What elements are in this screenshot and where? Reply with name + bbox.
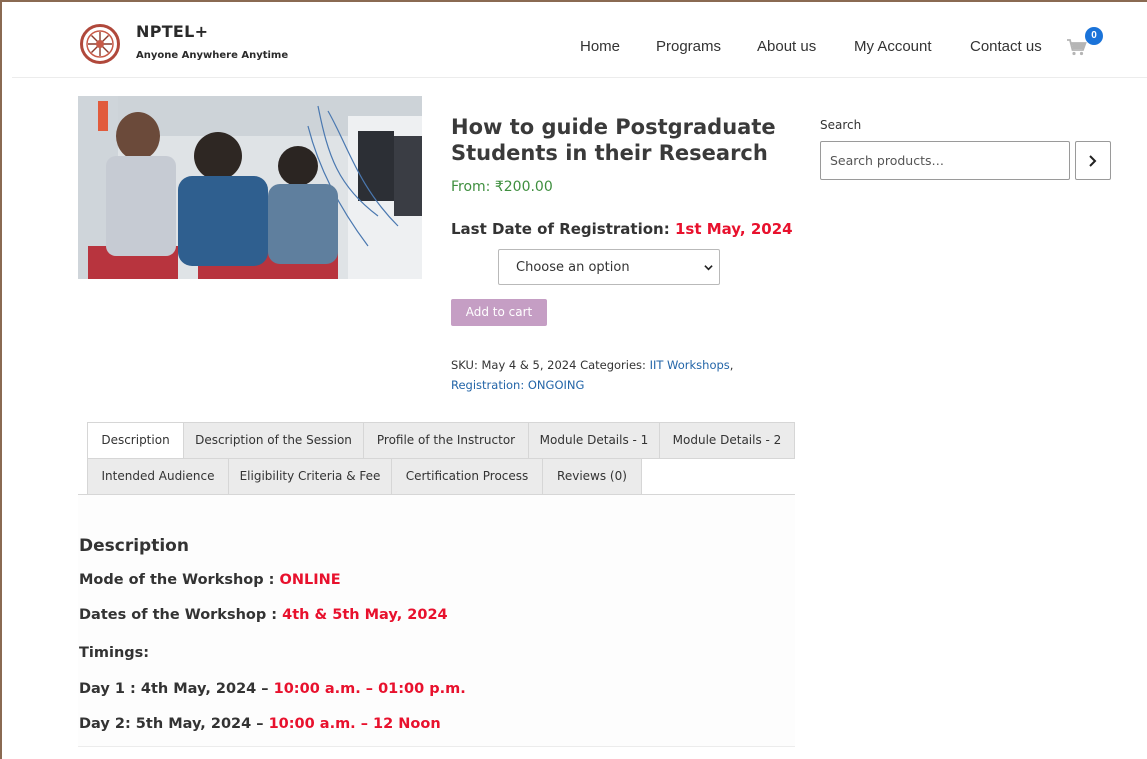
day1-value: 10:00 a.m. – 01:00 p.m. — [273, 681, 466, 697]
tab-module-details-2[interactable]: Module Details - 2 — [659, 422, 795, 459]
category-link-registration-ongoing[interactable]: Registration: ONGOING — [451, 378, 584, 392]
nav-contact-us[interactable]: Contact us — [970, 38, 1042, 55]
day1-label: Day 1 : 4th May, 2024 – — [79, 681, 269, 697]
tab-description[interactable]: Description — [87, 422, 184, 459]
tab-profile-of-the-instructor[interactable]: Profile of the Instructor — [363, 422, 529, 459]
cart-icon[interactable] — [1066, 38, 1088, 56]
last-date-of-registration: Last Date of Registration: 1st May, 2024 — [451, 220, 793, 238]
chevron-down-icon — [704, 265, 713, 271]
category-link-iit-workshops[interactable]: IIT Workshops — [650, 358, 730, 372]
day2-value: 10:00 a.m. – 12 Noon — [268, 716, 441, 732]
nptel-logo[interactable] — [80, 24, 120, 64]
tab-eligibility-criteria-fee[interactable]: Eligibility Criteria & Fee — [228, 458, 392, 495]
mode-value: ONLINE — [279, 572, 341, 588]
tab-reviews[interactable]: Reviews (0) — [542, 458, 642, 495]
search-label: Search — [820, 118, 862, 132]
nav-my-account[interactable]: My Account — [854, 38, 932, 55]
day-1-timing: Day 1 : 4th May, 2024 – 10:00 a.m. – 01:… — [79, 681, 466, 697]
tab-description-of-the-session[interactable]: Description of the Session — [183, 422, 364, 459]
description-heading: Description — [79, 536, 189, 556]
day2-label: Day 2: 5th May, 2024 – — [79, 716, 264, 732]
cart-count-badge[interactable]: 0 — [1085, 27, 1103, 45]
site-header: NPTEL+ Anyone Anywhere Anytime Home Prog… — [12, 14, 1147, 78]
product-meta: SKU: May 4 & 5, 2024 Categories: IIT Wor… — [451, 355, 791, 395]
nav-home[interactable]: Home — [580, 38, 620, 55]
dates-value: 4th & 5th May, 2024 — [282, 607, 448, 623]
last-date-label: Last Date of Registration: — [451, 220, 670, 238]
sku-label: SKU: — [451, 358, 478, 372]
mode-of-workshop: Mode of the Workshop : ONLINE — [79, 572, 341, 588]
dates-label: Dates of the Workshop : — [79, 607, 278, 623]
search-placeholder: Search products… — [830, 153, 945, 168]
mode-label: Mode of the Workshop : — [79, 572, 275, 588]
add-to-cart-button[interactable]: Add to cart — [451, 299, 547, 326]
sku-value: May 4 & 5, 2024 — [481, 358, 577, 372]
tab-module-details-1[interactable]: Module Details - 1 — [528, 422, 660, 459]
nav-programs[interactable]: Programs — [656, 38, 721, 55]
timings-label: Timings: — [79, 645, 150, 661]
product-title: How to guide Postgraduate Students in th… — [451, 115, 776, 165]
tab-intended-audience[interactable]: Intended Audience — [87, 458, 229, 495]
option-select[interactable]: Choose an option — [498, 249, 720, 285]
product-price: From: ₹200.00 — [451, 179, 553, 195]
tab-certification-process[interactable]: Certification Process — [391, 458, 543, 495]
category-separator: , — [729, 358, 734, 372]
day-2-timing: Day 2: 5th May, 2024 – 10:00 a.m. – 12 N… — [79, 716, 441, 732]
categories-label: Categories: — [580, 358, 646, 372]
option-select-value: Choose an option — [516, 260, 630, 275]
search-submit-button[interactable] — [1075, 141, 1111, 180]
chevron-right-icon — [1089, 155, 1097, 167]
search-input[interactable]: Search products… — [820, 141, 1070, 180]
brand-title[interactable]: NPTEL+ — [136, 22, 208, 41]
product-image[interactable] — [78, 96, 422, 279]
nav-about-us[interactable]: About us — [757, 38, 816, 55]
last-date-value: 1st May, 2024 — [674, 220, 793, 238]
dates-of-workshop: Dates of the Workshop : 4th & 5th May, 2… — [79, 607, 448, 623]
brand-tagline: Anyone Anywhere Anytime — [136, 50, 289, 61]
